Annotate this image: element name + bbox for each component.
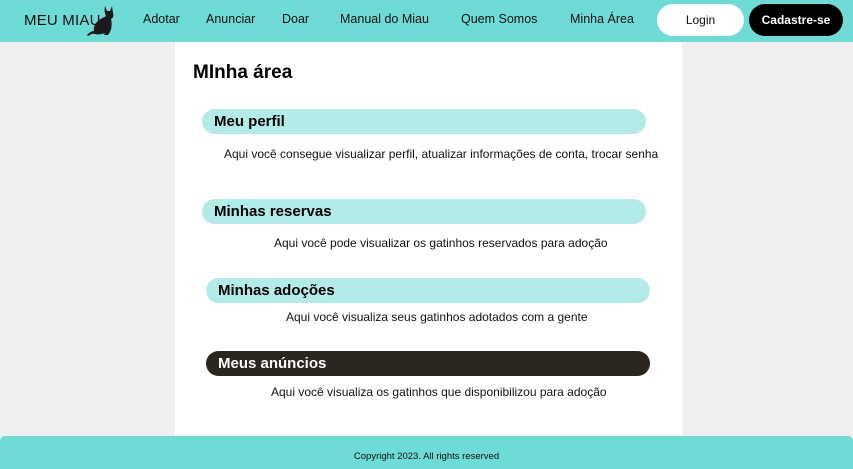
section-minhas-adocoes-description: Aqui você visualiza seus gatinhos adotad… (286, 310, 588, 324)
login-button[interactable]: Login (657, 4, 744, 36)
copyright-text: Copyright 2023. All rights reserved (353, 451, 500, 462)
nav-manual-do-miau[interactable]: Manual do Miau (340, 12, 429, 26)
nav-anunciar[interactable]: Anunciar (206, 12, 255, 26)
top-navbar: MEU MIAU Adotar Anunciar Doar Manual do … (0, 0, 853, 42)
footer: Copyright 2023. All rights reserved (0, 436, 853, 469)
signup-button[interactable]: Cadastre-se (749, 4, 843, 36)
nav-quem-somos[interactable]: Quem Somos (461, 12, 537, 26)
section-minhas-adocoes[interactable]: Minhas adoções (206, 278, 650, 303)
section-meus-anuncios[interactable]: Meus anúncios (206, 351, 650, 376)
section-minhas-reservas-description: Aqui você pode visualizar os gatinhos re… (274, 236, 608, 250)
section-meu-perfil[interactable]: Meu perfil (202, 109, 646, 134)
nav-minha-area[interactable]: Minha Área (570, 12, 634, 26)
main-content: MInha área Meu perfil Aqui você consegue… (175, 42, 682, 436)
cat-icon (87, 6, 114, 36)
section-minhas-reservas[interactable]: Minhas reservas (202, 199, 646, 224)
section-meu-perfil-description: Aqui você consegue visualizar perfil, at… (224, 147, 659, 161)
page-title: MInha área (193, 62, 293, 83)
nav-adotar[interactable]: Adotar (143, 12, 180, 26)
section-meus-anuncios-description: Aqui você visualiza os gatinhos que disp… (271, 385, 607, 399)
nav-doar[interactable]: Doar (282, 12, 309, 26)
